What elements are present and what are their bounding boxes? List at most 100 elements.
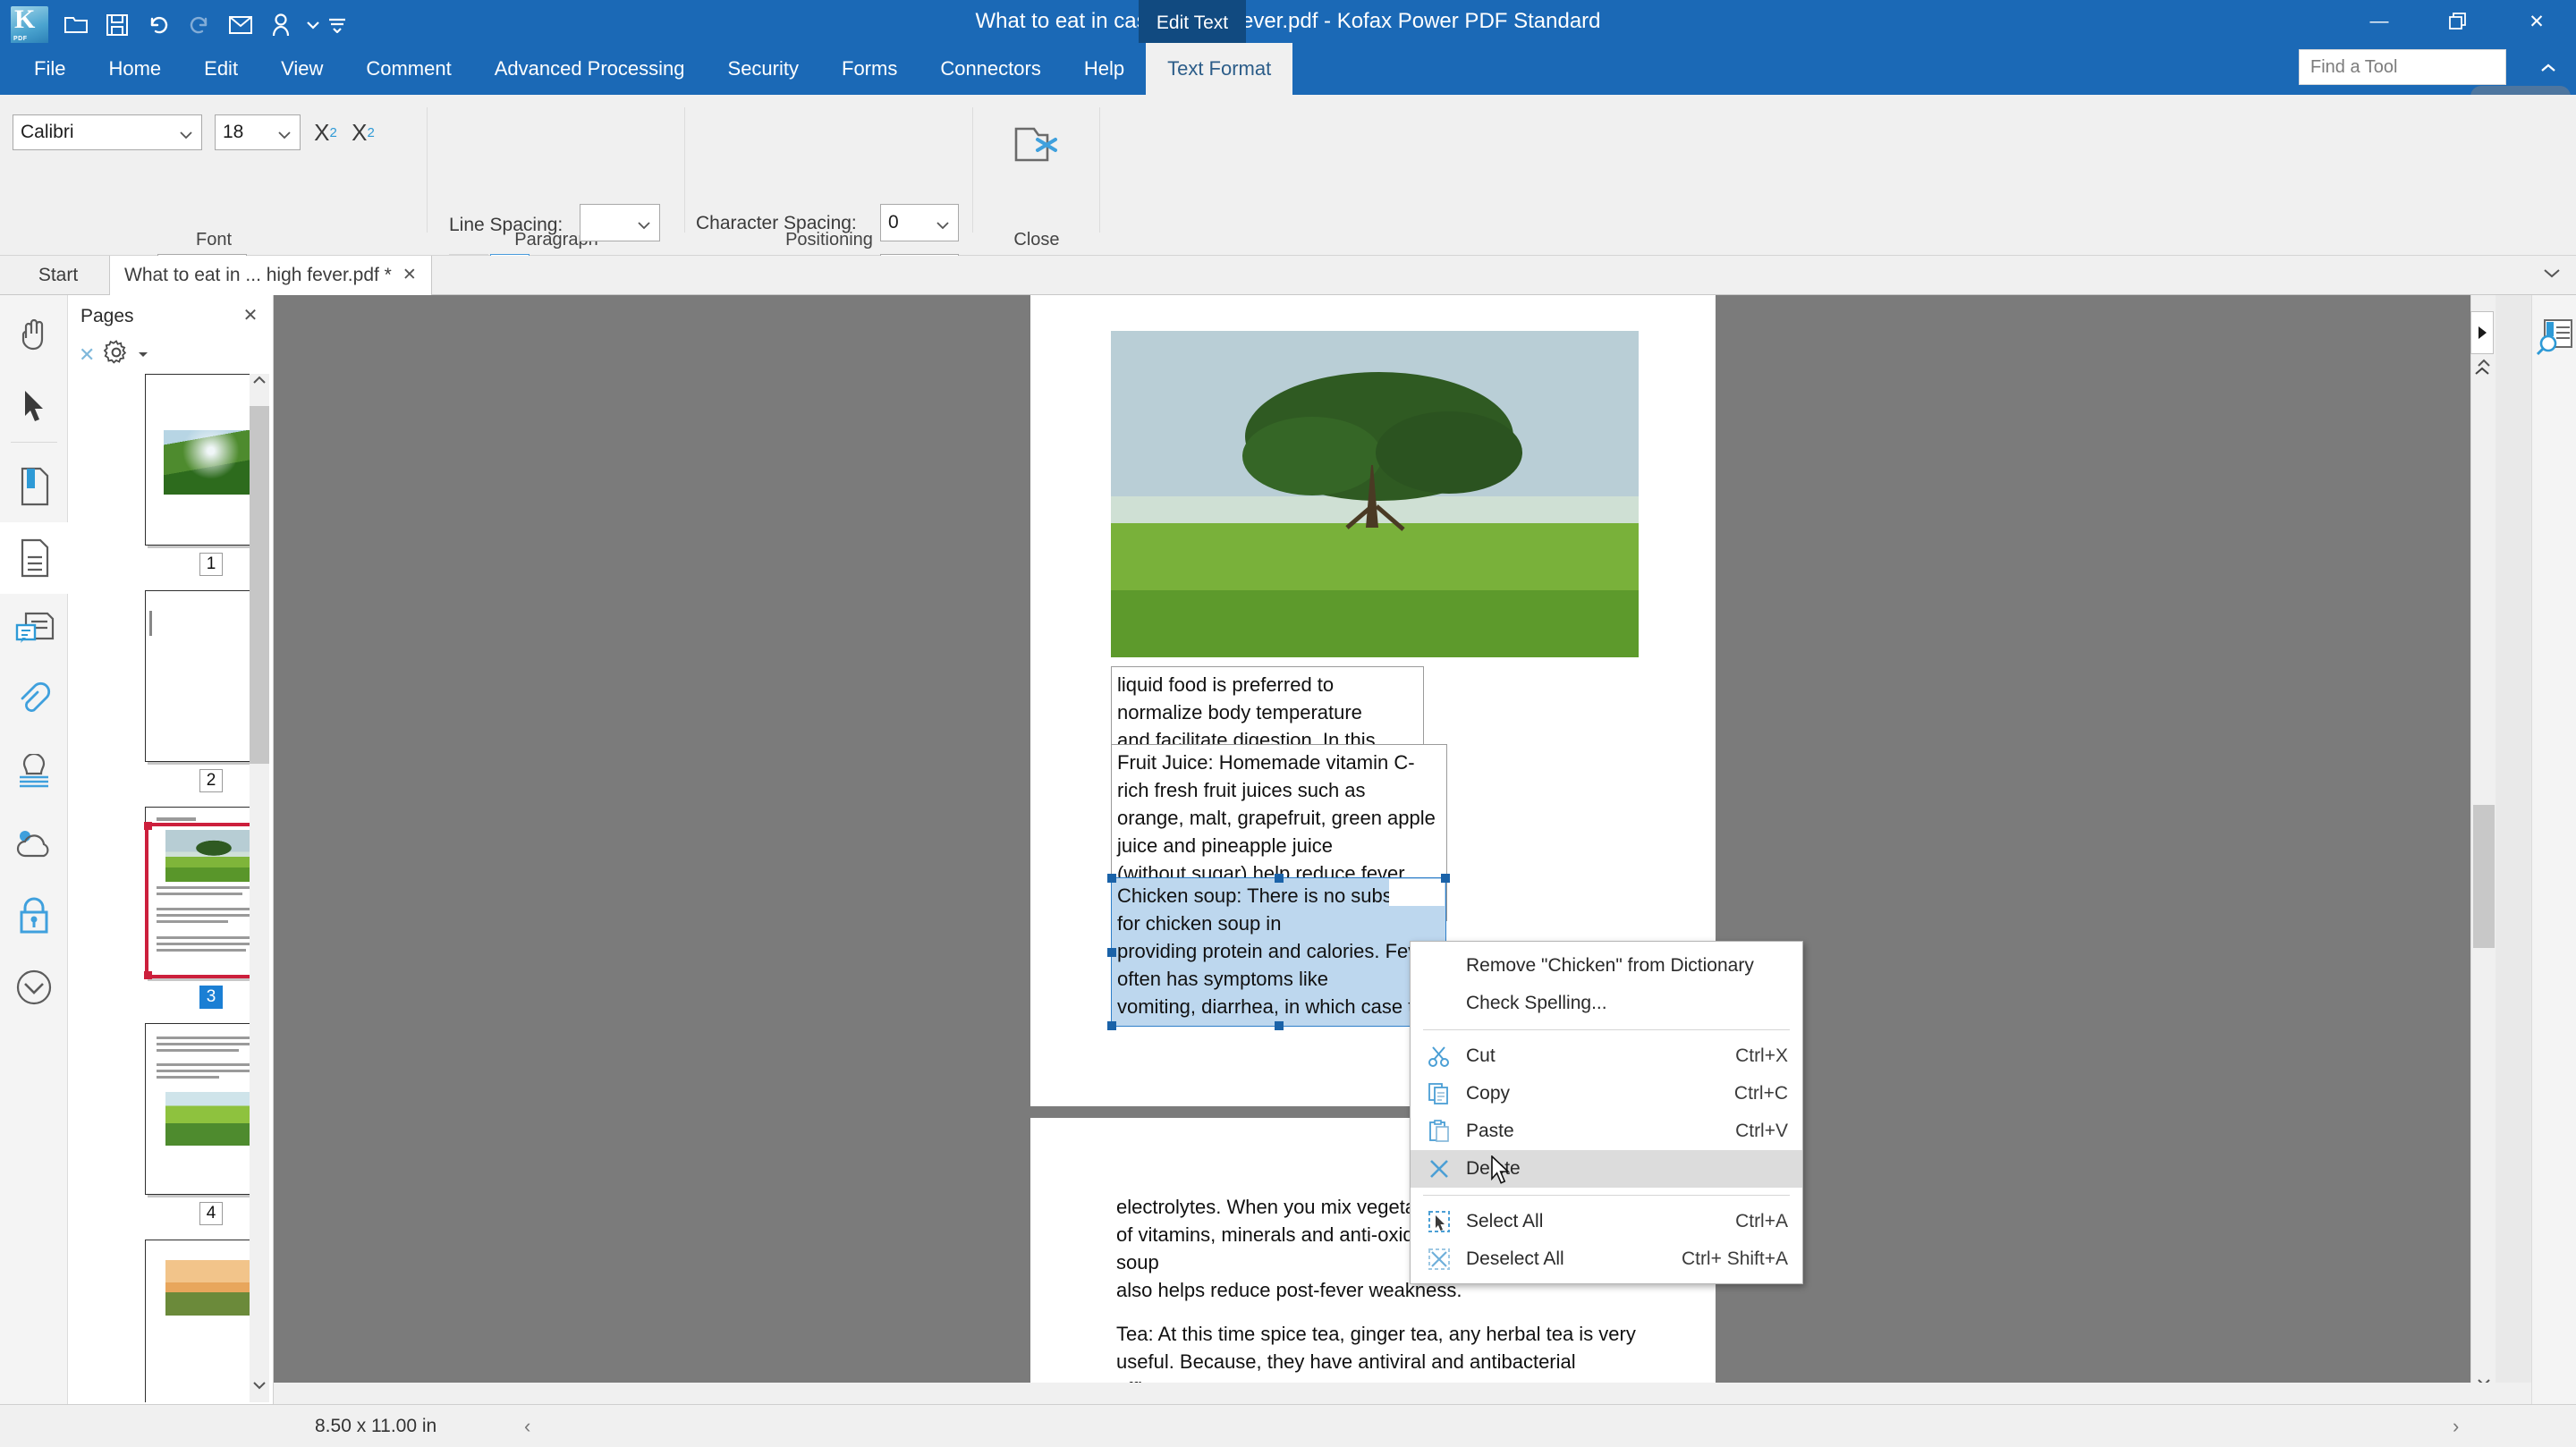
context-menu-item-delete[interactable]: Delete: [1411, 1150, 1802, 1188]
text-block-chicken-soup[interactable]: Chicken soup: There is no substitute for…: [1111, 877, 1446, 1027]
context-menu-item-check-spelling[interactable]: Check Spelling...: [1411, 985, 1802, 1022]
document-vertical-scrollbar[interactable]: [2470, 295, 2496, 1404]
tab-start[interactable]: Start: [9, 256, 107, 295]
context-menu-item-cut[interactable]: Cut Ctrl+X: [1411, 1037, 1802, 1075]
tab-close-icon[interactable]: ✕: [402, 256, 417, 295]
pages-panel-icon[interactable]: [0, 522, 68, 594]
selection-handle[interactable]: [1107, 874, 1116, 883]
panel-collapse-icon[interactable]: [2470, 360, 2494, 383]
previous-page-button[interactable]: ‹: [524, 1405, 530, 1447]
search-input[interactable]: [2310, 57, 2480, 78]
document-horizontal-scrollbar[interactable]: [274, 1383, 2531, 1404]
context-menu[interactable]: Remove "Chicken" from Dictionary Check S…: [1410, 941, 1803, 1284]
pan-tool-icon[interactable]: [0, 299, 68, 370]
scroll-thumb[interactable]: [250, 406, 269, 764]
page-image-tree[interactable]: [1111, 331, 1639, 657]
menu-edit[interactable]: Edit: [182, 43, 259, 95]
minimize-button[interactable]: —: [2340, 0, 2419, 43]
tab-document[interactable]: What to eat in ... high fever.pdf * ✕: [109, 256, 432, 295]
page-thumbnail[interactable]: [145, 590, 258, 762]
redo-icon[interactable]: [179, 4, 220, 46]
bookmarks-icon[interactable]: [0, 451, 68, 522]
stamps-icon[interactable]: [0, 737, 68, 808]
font-family-combo[interactable]: Calibri: [13, 114, 202, 150]
selection-handle[interactable]: [1107, 1021, 1116, 1030]
close-editing-icon[interactable]: [1007, 114, 1070, 177]
context-menu-item-deselect-all[interactable]: Deselect All Ctrl+ Shift+A: [1411, 1240, 1802, 1278]
gear-dropdown-icon[interactable]: [138, 347, 148, 363]
context-menu-label: Cut: [1466, 1045, 1496, 1067]
gear-icon[interactable]: [104, 340, 129, 369]
page-thumbnail[interactable]: [145, 1023, 258, 1195]
font-size-combo[interactable]: 18: [215, 114, 301, 150]
menu-help[interactable]: Help: [1063, 43, 1146, 95]
page-thumbnail[interactable]: [145, 1240, 258, 1402]
context-menu-label: Deselect All: [1466, 1248, 1564, 1270]
comments-icon[interactable]: [0, 594, 68, 665]
panel-expander-button[interactable]: [2470, 311, 2494, 354]
context-menu-item-paste[interactable]: Paste Ctrl+V: [1411, 1113, 1802, 1150]
selection-handle[interactable]: [144, 971, 152, 979]
context-tab-edit-text[interactable]: Edit Text: [1139, 0, 1246, 47]
selection-handle[interactable]: [144, 822, 152, 830]
menu-comment[interactable]: Comment: [344, 43, 472, 95]
context-menu-separator: [1423, 1029, 1790, 1030]
scroll-down-icon[interactable]: [250, 1379, 269, 1402]
menu-file[interactable]: File: [13, 43, 87, 95]
menu-connectors[interactable]: Connectors: [919, 43, 1063, 95]
undo-icon[interactable]: [138, 4, 179, 46]
text-line: providing protein and calories. Fever of…: [1117, 937, 1440, 993]
delete-page-icon[interactable]: ✕: [79, 343, 95, 367]
scroll-thumb[interactable]: [2473, 805, 2495, 948]
email-icon[interactable]: [220, 4, 261, 46]
document-search-icon[interactable]: [2536, 318, 2575, 358]
pages-panel: Pages ✕ ✕ 1 2: [68, 295, 274, 1404]
document-viewport[interactable]: liquid food is preferred to normalize bo…: [274, 295, 2531, 1404]
page-thumbnail[interactable]: [145, 374, 258, 546]
pages-panel-close-icon[interactable]: ✕: [239, 304, 262, 327]
subscript-button[interactable]: X2: [345, 114, 381, 150]
context-menu-item-remove-from-dictionary[interactable]: Remove "Chicken" from Dictionary: [1411, 947, 1802, 985]
page-thumbnail[interactable]: [145, 807, 258, 978]
ribbon-collapse-icon[interactable]: [2533, 55, 2563, 82]
thumbnail-text-line: [157, 943, 258, 945]
pages-panel-scrollbar[interactable]: [250, 374, 269, 1402]
cloud-icon[interactable]: [0, 808, 68, 880]
selection-handle[interactable]: [1107, 948, 1116, 957]
scroll-up-icon[interactable]: [250, 374, 269, 397]
thumbnail-text-line: [157, 920, 228, 923]
page-thumbnail-list[interactable]: 1 2: [68, 374, 258, 1402]
attachments-icon[interactable]: [0, 665, 68, 737]
context-menu-item-select-all[interactable]: Select All Ctrl+A: [1411, 1203, 1802, 1240]
context-menu-accel: Ctrl+ Shift+A: [1682, 1248, 1788, 1270]
menu-forms[interactable]: Forms: [820, 43, 919, 95]
menu-security[interactable]: Security: [707, 43, 820, 95]
superscript-button[interactable]: X2: [308, 114, 343, 150]
restore-button[interactable]: [2419, 0, 2497, 43]
signature-icon[interactable]: [0, 952, 68, 1023]
context-menu-item-copy[interactable]: Copy Ctrl+C: [1411, 1075, 1802, 1113]
line-spacing-combo[interactable]: [580, 204, 660, 241]
menu-text-format[interactable]: Text Format: [1146, 43, 1292, 95]
menu-advanced-processing[interactable]: Advanced Processing: [473, 43, 707, 95]
chevron-down-icon: [178, 124, 194, 140]
open-icon[interactable]: [55, 4, 97, 46]
chevron-down-icon[interactable]: [302, 4, 324, 46]
find-a-tool-box[interactable]: [2299, 49, 2506, 85]
security-icon[interactable]: [0, 880, 68, 952]
select-tool-icon[interactable]: [0, 370, 68, 442]
menu-home[interactable]: Home: [87, 43, 182, 95]
text-line: vomiting, diarrhea, in which case thi: [1117, 993, 1440, 1020]
tab-list-dropdown-icon[interactable]: [2542, 267, 2562, 283]
sign-icon[interactable]: [261, 4, 302, 46]
menu-view[interactable]: View: [259, 43, 344, 95]
next-page-button[interactable]: ›: [2453, 1405, 2459, 1447]
selection-handle[interactable]: [1441, 874, 1450, 883]
save-icon[interactable]: [97, 4, 138, 46]
selection-handle[interactable]: [1275, 1021, 1284, 1030]
chevron-down-icon: [935, 215, 951, 231]
menu-items: File Home Edit View Comment Advanced Pro…: [13, 43, 1292, 95]
close-button[interactable]: ✕: [2497, 0, 2576, 43]
selection-handle[interactable]: [1275, 874, 1284, 883]
customize-qat-icon[interactable]: [324, 4, 351, 46]
